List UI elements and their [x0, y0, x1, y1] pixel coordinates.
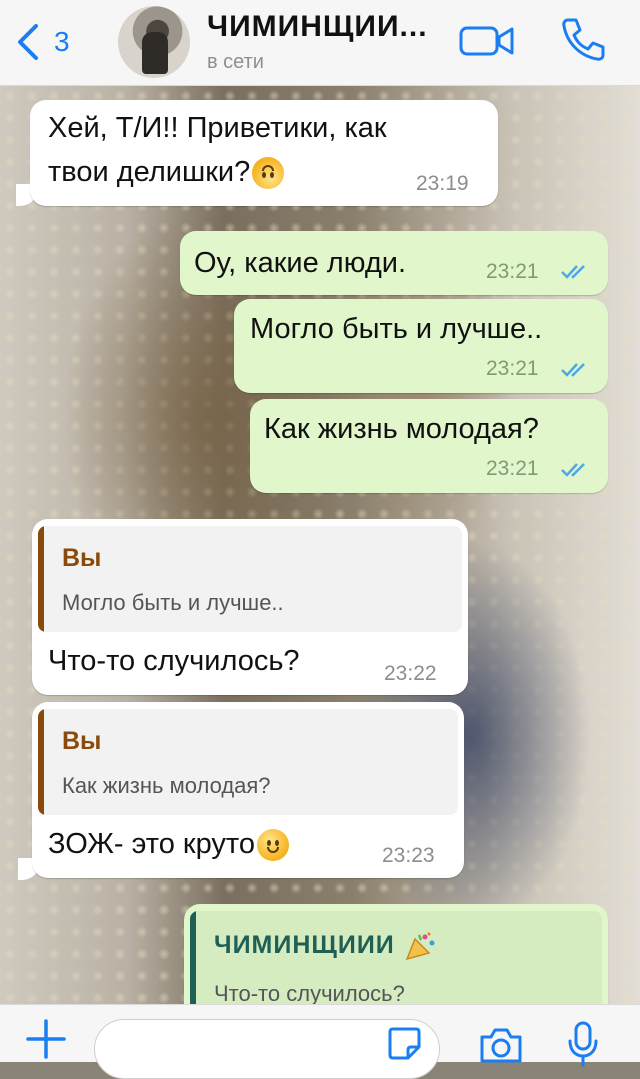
voice-message-button[interactable] [566, 1021, 600, 1067]
attach-button[interactable] [26, 1019, 66, 1059]
quote-author: ЧИМИНЩИИИ [214, 931, 437, 961]
message-incoming-reply[interactable]: Вы Как жизнь молодая? ЗОЖ- это круто 23:… [32, 702, 464, 878]
video-camera-icon [459, 26, 514, 56]
back-button[interactable]: 3 [14, 20, 70, 64]
message-incoming-reply[interactable]: Вы Могло быть и лучше.. Что-то случилось… [32, 519, 468, 695]
unread-count: 3 [54, 26, 70, 57]
contact-status: в сети [207, 51, 264, 73]
message-time: 23:21 [486, 357, 539, 380]
message-outgoing[interactable]: Оу, какие люди. 23:21 [180, 231, 608, 295]
message-text: Оу, какие люди. [194, 247, 407, 279]
message-time: 23:19 [416, 172, 469, 195]
microphone-icon [568, 1021, 598, 1067]
party-popper-icon [405, 932, 435, 961]
message-time: 23:21 [486, 457, 539, 480]
message-text: Могло быть и лучше.. [250, 313, 543, 345]
message-outgoing-reply[interactable]: ЧИМИНЩИИИ Что-то случилось? [184, 904, 608, 1014]
quote-text: Как жизнь молодая? [62, 773, 271, 798]
quote-bar [38, 709, 44, 815]
message-text-line2: твои делишки? [48, 152, 285, 192]
slightly-smiling-face-icon [256, 829, 289, 862]
quote-author: Вы [62, 727, 102, 755]
phone-icon [562, 18, 605, 61]
quote-bar [38, 526, 44, 632]
quote-bar [190, 911, 196, 1014]
contact-avatar[interactable] [118, 6, 190, 78]
message-text-content: ЗОЖ- это круто [48, 828, 255, 860]
sticker-icon [388, 1027, 421, 1060]
read-receipt-icon [561, 363, 585, 377]
camera-icon [480, 1028, 522, 1063]
message-time: 23:23 [382, 844, 435, 867]
quote-author-name: ЧИМИНЩИИИ [214, 931, 395, 959]
message-text: Хей, Т/И!! Приветики, как [48, 112, 387, 144]
message-text: Как жизнь молодая? [264, 413, 539, 445]
message-incoming[interactable]: Хей, Т/И!! Приветики, как твои делишки? … [30, 100, 498, 206]
message-text: Что-то случилось? [48, 645, 300, 677]
upside-down-face-icon [252, 157, 285, 190]
quoted-message[interactable]: Вы Как жизнь молодая? [38, 709, 458, 815]
voice-call-button[interactable] [560, 16, 606, 62]
chat-header: 3 ЧИМИНЩИИ... в сети [0, 0, 640, 86]
video-call-button[interactable] [459, 22, 515, 60]
quote-text: Могло быть и лучше.. [62, 590, 284, 615]
message-input-bar [0, 1004, 640, 1079]
message-text: ЗОЖ- это круто [48, 824, 289, 864]
message-time: 23:21 [486, 260, 539, 283]
read-receipt-icon [561, 265, 585, 279]
quoted-message[interactable]: ЧИМИНЩИИИ Что-то случилось? [190, 911, 602, 1014]
message-outgoing[interactable]: Могло быть и лучше.. 23:21 [234, 299, 608, 393]
chevron-left-icon [18, 24, 38, 60]
quoted-message[interactable]: Вы Могло быть и лучше.. [38, 526, 462, 632]
plus-icon [26, 1019, 66, 1059]
read-receipt-icon [561, 463, 585, 477]
message-time: 23:22 [384, 662, 437, 685]
camera-button[interactable] [478, 1025, 524, 1065]
quote-author: Вы [62, 544, 102, 572]
sticker-button[interactable] [386, 1025, 422, 1061]
message-outgoing[interactable]: Как жизнь молодая? 23:21 [250, 399, 608, 493]
contact-name[interactable]: ЧИМИНЩИИ... [207, 10, 428, 44]
message-text-line2-content: твои делишки? [48, 156, 251, 188]
